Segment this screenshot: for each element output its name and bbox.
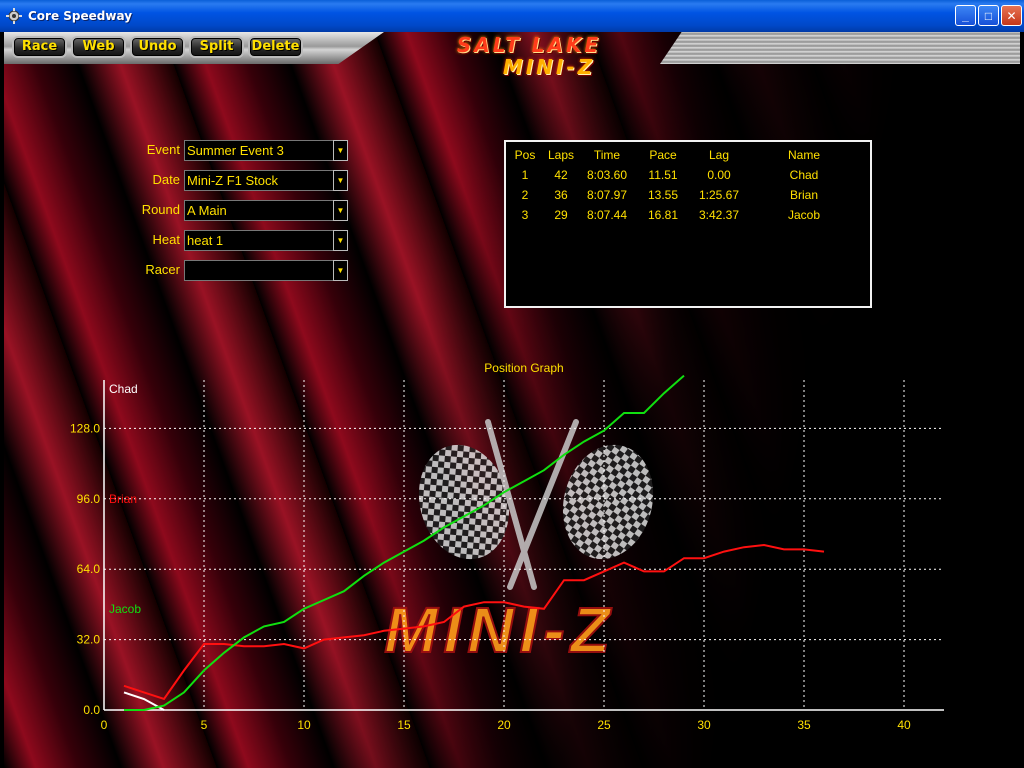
legend-entry-brian: Brian (109, 492, 137, 506)
y-tick-label: 32.0 (77, 633, 101, 647)
checkered-flags-icon (418, 419, 654, 590)
legend-entry-jacob: Jacob (109, 602, 141, 616)
x-tick-label: 40 (897, 718, 911, 732)
app-client-area: Race Web Undo Split Delete SALT LAKE MIN… (4, 32, 1020, 768)
mini-z-watermark: MINI-Z (384, 594, 616, 666)
x-tick-label: 35 (797, 718, 811, 732)
legend-entry-chad: Chad (109, 382, 138, 396)
minimize-button[interactable]: _ (955, 5, 976, 26)
x-tick-label: 30 (697, 718, 711, 732)
maximize-button[interactable]: □ (978, 5, 999, 26)
window-title-bar[interactable]: Core Speedway _ □ ✕ (0, 0, 1024, 32)
app-gear-icon (6, 8, 22, 24)
chart-title: Position Graph (484, 361, 563, 375)
y-tick-label: 128.0 (70, 421, 100, 435)
y-tick-label: 0.0 (83, 703, 100, 717)
window-title: Core Speedway (28, 9, 133, 23)
x-tick-label: 0 (101, 718, 108, 732)
y-tick-label: 64.0 (77, 562, 101, 576)
x-tick-label: 5 (201, 718, 208, 732)
x-tick-label: 15 (397, 718, 411, 732)
x-tick-label: 25 (597, 718, 611, 732)
x-tick-label: 20 (497, 718, 511, 732)
y-tick-label: 96.0 (77, 492, 101, 506)
close-button[interactable]: ✕ (1001, 5, 1022, 26)
position-graph: MINI-Z Position Graph 0 5 10 15 20 25 30 35 40 0.0… (70, 361, 944, 732)
chart-layer: Position Graph 0 5 10 15 20 25 30 35 40 0.0 32.0 64.… (70, 361, 944, 732)
x-tick-label: 10 (297, 718, 311, 732)
